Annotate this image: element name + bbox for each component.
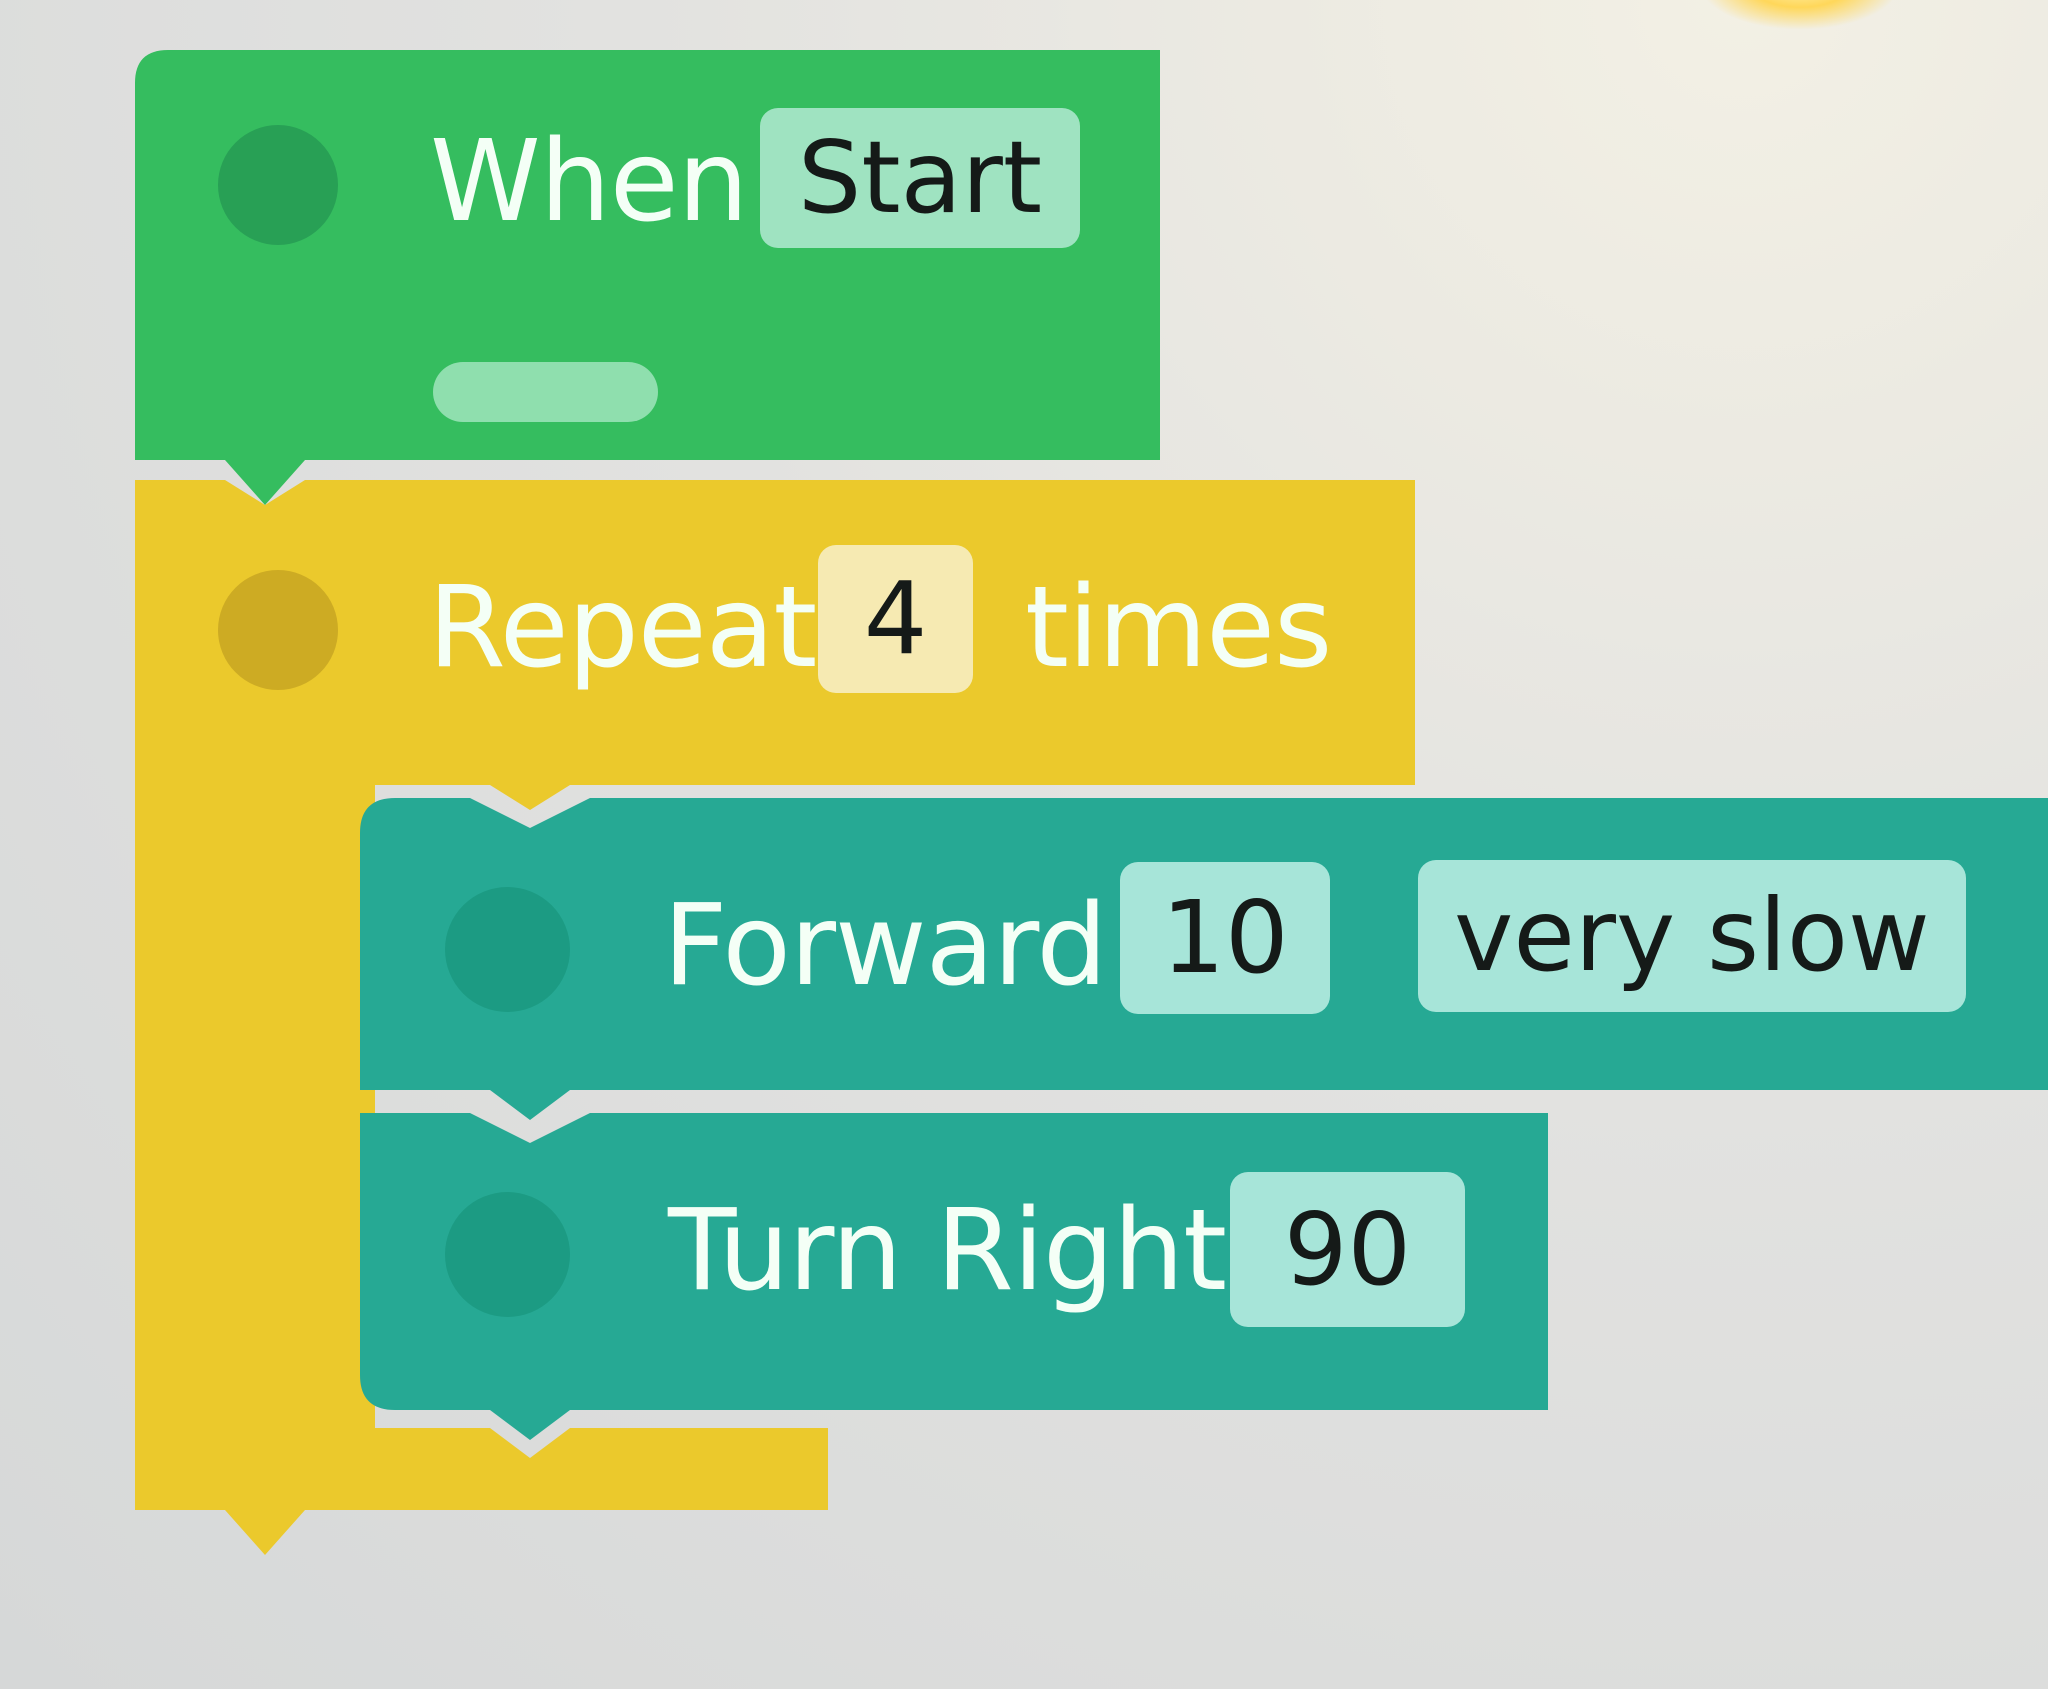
times-label: times (1025, 563, 1332, 693)
block-drag-handle[interactable] (433, 362, 658, 422)
turn-right-label: Turn Right (668, 1186, 1227, 1316)
forward-distance-field[interactable]: 10 (1120, 862, 1330, 1014)
when-start-block-dot[interactable] (218, 125, 338, 245)
forward-block-dot[interactable] (445, 887, 570, 1012)
forward-label: Forward (663, 881, 1107, 1011)
forward-speed-dropdown[interactable]: very slow (1418, 860, 1966, 1012)
turn-degrees-field[interactable]: 90 (1230, 1172, 1465, 1327)
repeat-count-field[interactable]: 4 (818, 545, 973, 693)
repeat-block-dot[interactable] (218, 570, 338, 690)
when-label: When (430, 117, 749, 247)
start-trigger-field[interactable]: Start (760, 108, 1080, 248)
repeat-label: Repeat (428, 563, 817, 693)
turn-right-block-dot[interactable] (445, 1192, 570, 1317)
